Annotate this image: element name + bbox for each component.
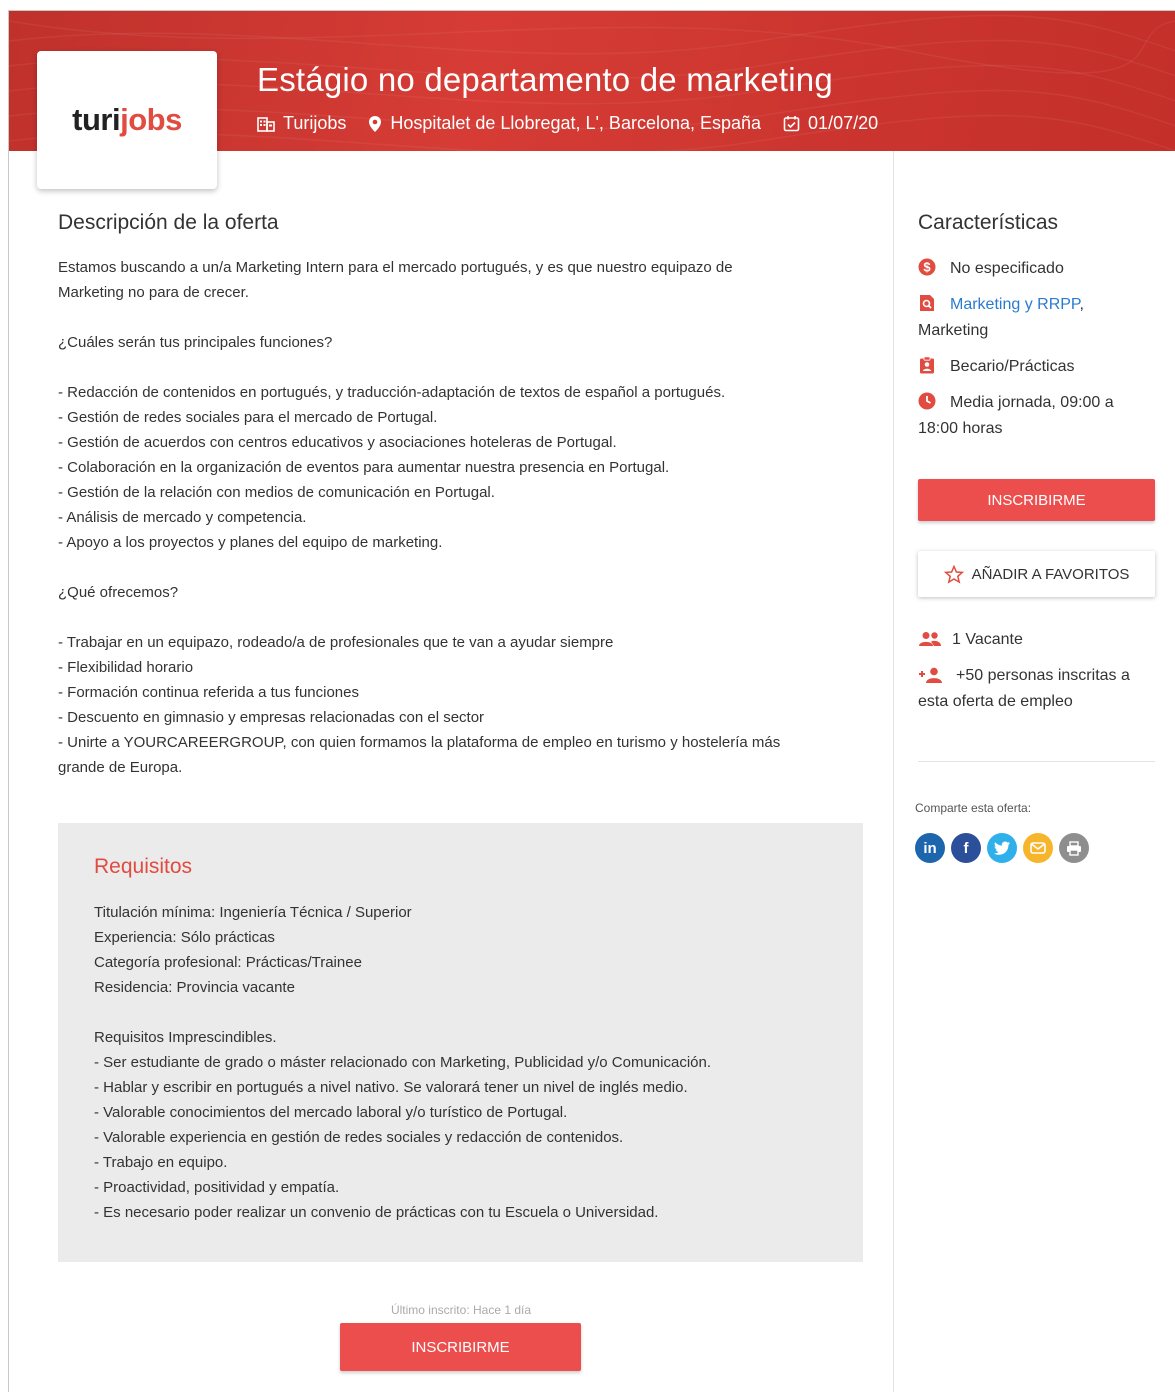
text-line: ¿Qué ofrecemos? bbox=[58, 584, 179, 601]
requirements-heading: Requisitos bbox=[94, 855, 193, 878]
text-line: - Gestión de redes sociales para el merc… bbox=[58, 409, 438, 426]
text-line: Residencia: Provincia vacante bbox=[94, 979, 295, 996]
category-link[interactable]: Marketing y RRPP bbox=[950, 296, 1080, 313]
category-item: Marketing y RRPP, Marketing bbox=[918, 295, 1084, 339]
text-line: - Gestión de acuerdos con centros educat… bbox=[58, 434, 617, 451]
add-person-icon bbox=[919, 667, 942, 683]
twitter-bird-glyph bbox=[993, 841, 1010, 855]
clock-icon bbox=[918, 392, 936, 410]
share-label: Comparte esta oferta: bbox=[915, 801, 1032, 815]
text-line: Marketing no para de crecer. bbox=[58, 284, 249, 301]
text-line bbox=[58, 555, 868, 580]
text-line: - Unirte a YOURCAREERGROUP, con quien fo… bbox=[58, 734, 781, 751]
share-buttons: in f bbox=[915, 833, 1095, 863]
requirements-body: Titulación mínima: Ingeniería Técnica / … bbox=[94, 900, 827, 1225]
text-line: Estamos buscando a un/a Marketing Intern… bbox=[58, 259, 733, 276]
dollar-icon: $ bbox=[918, 258, 936, 276]
text-line: - Trabajar en un equipazo, rodeado/a de … bbox=[58, 634, 614, 651]
job-offer-page: Estágio no departamento de marketing Tur… bbox=[8, 10, 1175, 1392]
clipboard-user-icon bbox=[920, 356, 934, 374]
requirements-box: Requisitos Titulación mínima: Ingeniería… bbox=[58, 823, 863, 1262]
building-icon bbox=[257, 116, 275, 132]
apply-button-bottom[interactable]: INSCRIBIRME bbox=[340, 1323, 581, 1371]
description-heading: Descripción de la oferta bbox=[58, 211, 279, 234]
contract-item: Becario/Prácticas bbox=[918, 354, 1158, 380]
company-meta: Turijobs bbox=[257, 113, 346, 134]
text-line: Requisitos Imprescindibles. bbox=[94, 1029, 277, 1046]
text-line bbox=[94, 1000, 827, 1025]
text-line: grande de Europa. bbox=[58, 759, 183, 776]
description-body: Estamos buscando a un/a Marketing Intern… bbox=[58, 255, 868, 780]
text-line: - Flexibilidad horario bbox=[58, 659, 194, 676]
vacancies-item: 1 Vacante bbox=[918, 627, 1158, 653]
location-pin-icon bbox=[369, 115, 382, 132]
text-line: - Formación continua referida a tus func… bbox=[58, 684, 359, 701]
date-meta: 01/07/20 bbox=[783, 113, 878, 134]
characteristics-panel: Características $ No especificado Market… bbox=[918, 211, 1158, 452]
people-icon bbox=[919, 632, 941, 646]
company-name[interactable]: Turijobs bbox=[283, 113, 346, 134]
last-applicant-text: Último inscrito: Hace 1 día bbox=[390, 1303, 532, 1317]
apply-button-sidebar[interactable]: INSCRIBIRME bbox=[918, 479, 1155, 521]
schedule-item: Media jornada, 09:00 a 18:00 horas bbox=[918, 392, 1114, 437]
text-line bbox=[58, 305, 868, 330]
job-meta: Turijobs Hospitalet de Llobregat, L', Ba… bbox=[257, 113, 900, 134]
text-line: - Ser estudiante de grado o máster relac… bbox=[94, 1054, 712, 1071]
location-text: Hospitalet de Llobregat, L', Barcelona, … bbox=[390, 113, 762, 133]
text-line: - Valorable experiencia en gestión de re… bbox=[94, 1129, 624, 1146]
text-line: ¿Cuáles serán tus principales funciones? bbox=[58, 334, 333, 351]
svg-text:$: $ bbox=[923, 260, 931, 275]
offer-stats: 1 Vacante +50 personas inscritas a esta … bbox=[918, 627, 1158, 725]
calendar-check-icon bbox=[783, 116, 800, 132]
text-line: - Descuento en gimnasio y empresas relac… bbox=[58, 709, 485, 726]
job-title: Estágio no departamento de marketing bbox=[257, 61, 833, 98]
facebook-icon[interactable]: f bbox=[951, 833, 981, 863]
offer-description: Descripción de la oferta Estamos buscand… bbox=[58, 211, 868, 780]
text-line: - Colaboración en la organización de eve… bbox=[58, 459, 670, 476]
text-line: Experiencia: Sólo prácticas bbox=[94, 929, 275, 946]
add-favorites-button[interactable]: AÑADIR A FAVORITOS bbox=[918, 551, 1155, 597]
sidebar-divider bbox=[918, 761, 1155, 762]
text-line: - Proactividad, positividad y empatía. bbox=[94, 1179, 340, 1196]
text-line: - Es necesario poder realizar un conveni… bbox=[94, 1204, 659, 1221]
twitter-icon[interactable] bbox=[987, 833, 1017, 863]
location-meta: Hospitalet de Llobregat, L', Barcelona, … bbox=[368, 113, 761, 134]
envelope-glyph bbox=[1030, 842, 1046, 854]
text-line: - Hablar y escribir en portugués a nivel… bbox=[94, 1079, 688, 1096]
text-line: - Análisis de mercado y competencia. bbox=[58, 509, 307, 526]
star-outline-icon bbox=[943, 564, 964, 584]
characteristics-heading: Características bbox=[918, 211, 1059, 234]
text-line: - Apoyo a los proyectos y planes del equ… bbox=[58, 534, 443, 551]
applicants-item: +50 personas inscritas a esta oferta de … bbox=[918, 667, 1130, 710]
search-document-icon bbox=[920, 295, 934, 311]
publish-date: 01/07/20 bbox=[808, 113, 879, 133]
linkedin-icon[interactable]: in bbox=[915, 833, 945, 863]
text-line: Categoría profesional: Prácticas/Trainee bbox=[94, 954, 362, 971]
printer-glyph bbox=[1067, 840, 1081, 856]
text-line: - Gestión de la relación con medios de c… bbox=[58, 484, 495, 501]
text-line bbox=[58, 355, 868, 380]
salary-item: $ No especificado bbox=[918, 256, 1158, 282]
text-line: - Trabajo en equipo. bbox=[94, 1154, 228, 1171]
text-line: - Valorable conocimientos del mercado la… bbox=[94, 1104, 568, 1121]
company-logo-card[interactable]: turijobs bbox=[37, 51, 217, 189]
turijobs-logo: turijobs bbox=[72, 102, 182, 137]
column-divider bbox=[893, 151, 894, 1392]
print-icon[interactable] bbox=[1059, 833, 1089, 863]
text-line: - Redacción de contenidos en portugués, … bbox=[58, 384, 726, 401]
email-icon[interactable] bbox=[1023, 833, 1053, 863]
text-line bbox=[58, 605, 868, 630]
text-line: Titulación mínima: Ingeniería Técnica / … bbox=[94, 904, 412, 921]
